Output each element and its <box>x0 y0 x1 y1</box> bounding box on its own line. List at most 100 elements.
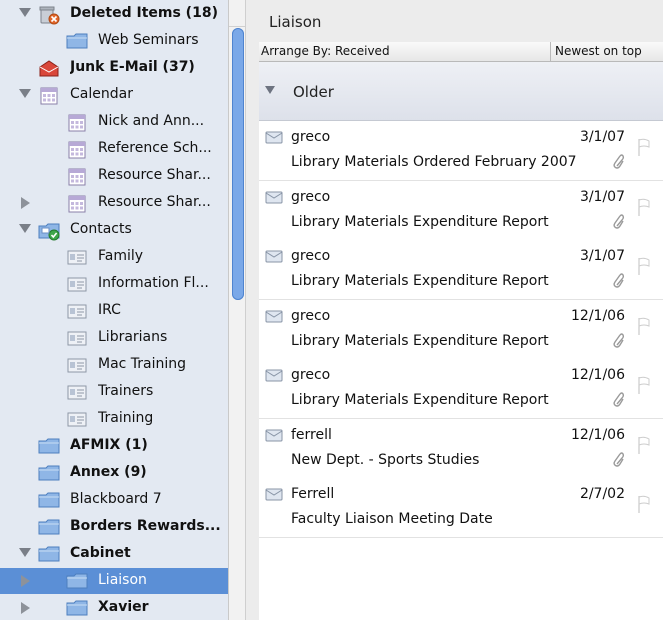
envelope-icon <box>265 248 283 263</box>
folder-icon <box>38 464 60 482</box>
sidebar-item-label: Resource Shar... <box>98 167 211 183</box>
sidebar-item-label: Annex (9) <box>70 464 147 480</box>
attachment-icon <box>611 451 625 469</box>
scroll-thumb[interactable] <box>232 28 244 300</box>
sidebar-item-label: Trainers <box>98 383 154 399</box>
sidebar-item[interactable]: Trainers <box>0 379 228 405</box>
scroll-up-arrow[interactable] <box>229 0 246 27</box>
message-date: 2/7/02 <box>579 486 625 502</box>
sidebar-item-label: Librarians <box>98 329 168 345</box>
sidebar-item[interactable]: Resource Shar... <box>0 163 228 189</box>
trash-icon <box>38 5 60 25</box>
disclosure-triangle-icon[interactable] <box>19 8 31 17</box>
sidebar-item[interactable]: Reference Sch... <box>0 136 228 162</box>
flag-icon[interactable] <box>635 196 653 218</box>
sidebar-item-label: Reference Sch... <box>98 140 212 156</box>
sidebar-item-label: Junk E-Mail (37) <box>70 59 195 75</box>
sidebar-item[interactable]: Borders Rewards... <box>0 514 228 540</box>
envelope-icon <box>265 308 283 322</box>
folder-icon <box>66 599 88 617</box>
contact-card-icon <box>66 248 88 266</box>
sidebar-item[interactable]: Xavier <box>0 595 228 620</box>
sidebar-item[interactable]: Training <box>0 406 228 432</box>
flag-icon[interactable] <box>635 136 653 158</box>
sidebar-item[interactable]: Liaison <box>0 568 228 594</box>
message-subject: Library Materials Expenditure Report <box>291 213 549 230</box>
flag-icon[interactable] <box>635 374 653 396</box>
group-label: Older <box>293 83 334 101</box>
message-subject: Library Materials Expenditure Report <box>291 332 549 349</box>
sidebar-item[interactable]: Family <box>0 244 228 270</box>
message-row[interactable]: greco 3/1/07 Library Materials Expenditure… <box>259 240 663 300</box>
message-row[interactable]: ferrell 12/1/06 New Dept. - Sports Studies <box>259 418 663 479</box>
folder-sidebar: Deleted Items (18) Web Seminars Junk E-Mai… <box>0 0 245 620</box>
sort-order-button[interactable]: Newest on top <box>555 44 642 58</box>
sidebar-item-label: IRC <box>98 302 121 318</box>
sidebar-item-label: Borders Rewards... <box>70 518 221 534</box>
message-row[interactable]: greco 3/1/07 Library Materials Expenditure… <box>259 180 663 241</box>
envelope-icon <box>265 486 283 501</box>
flag-icon[interactable] <box>635 255 653 277</box>
sidebar-item-label: Family <box>98 248 144 264</box>
sidebar-item[interactable]: Resource Shar... <box>0 190 228 216</box>
sidebar-item[interactable]: Information Fl... <box>0 271 228 297</box>
sidebar-item[interactable]: Deleted Items (18) <box>0 1 228 27</box>
sidebar-item[interactable]: Blackboard 7 <box>0 487 228 513</box>
sidebar-item-label: Resource Shar... <box>98 194 211 210</box>
sidebar-item-label: Liaison <box>98 572 147 588</box>
envelope-icon <box>265 129 283 144</box>
flag-icon[interactable] <box>635 493 653 515</box>
message-list-pane: Liaison Arrange By: Received Newest on t… <box>259 0 663 620</box>
disclosure-triangle-icon[interactable] <box>19 548 31 557</box>
message-subject: Library Materials Ordered February 2007 <box>291 154 577 170</box>
sidebar-item[interactable]: Calendar <box>0 82 228 108</box>
sidebar-item-label: Information Fl... <box>98 275 209 291</box>
folder-icon <box>38 491 60 509</box>
column-separator <box>550 42 551 61</box>
sidebar-item[interactable]: AFMIX (1) <box>0 433 228 459</box>
contact-card-icon <box>66 356 88 374</box>
sidebar-item[interactable]: Librarians <box>0 325 228 351</box>
calendar-icon <box>38 86 60 105</box>
disclosure-triangle-icon[interactable] <box>21 197 30 209</box>
sidebar-item[interactable]: IRC <box>0 298 228 324</box>
message-subject: Library Materials Expenditure Report <box>291 273 549 289</box>
message-row[interactable]: greco 12/1/06 Library Materials Expenditur… <box>259 299 663 360</box>
sidebar-item[interactable]: Web Seminars <box>0 28 228 54</box>
sidebar-item[interactable]: Annex (9) <box>0 460 228 486</box>
sidebar-item[interactable]: Contacts <box>0 217 228 243</box>
calendar-icon <box>66 140 88 159</box>
disclosure-triangle-icon[interactable] <box>21 575 30 587</box>
message-date: 3/1/07 <box>579 129 625 145</box>
arrange-by-button[interactable]: Arrange By: Received <box>261 44 390 58</box>
message-row[interactable]: greco 3/1/07 Library Materials Ordered Feb… <box>259 121 663 181</box>
disclosure-triangle-icon[interactable] <box>265 86 275 94</box>
sidebar-item[interactable]: Cabinet <box>0 541 228 567</box>
sidebar-item-label: AFMIX (1) <box>70 437 148 453</box>
pane-title-bar: Liaison <box>259 0 663 43</box>
contact-card-icon <box>66 302 88 320</box>
message-sender: greco <box>291 367 331 383</box>
sidebar-item[interactable]: Mac Training <box>0 352 228 378</box>
envelope-icon <box>265 367 283 382</box>
flag-icon[interactable] <box>635 315 653 337</box>
message-row[interactable]: greco 12/1/06 Library Materials Expenditur… <box>259 359 663 419</box>
calendar-icon <box>66 194 88 213</box>
group-header-older[interactable]: Older <box>259 62 663 121</box>
attachment-icon <box>611 272 625 290</box>
contact-card-icon <box>66 275 88 293</box>
message-sender: ferrell <box>291 426 332 443</box>
calendar-icon <box>66 113 88 132</box>
message-row[interactable]: Ferrell 2/7/02 Faculty Liaison Meeting Dat… <box>259 478 663 538</box>
message-sender: greco <box>291 248 331 264</box>
folder-icon <box>38 437 60 455</box>
disclosure-triangle-icon[interactable] <box>21 602 30 614</box>
contacts-icon <box>38 221 60 241</box>
flag-icon[interactable] <box>635 434 653 456</box>
disclosure-triangle-icon[interactable] <box>19 89 31 98</box>
disclosure-triangle-icon[interactable] <box>19 224 31 233</box>
sidebar-item-label: Nick and Ann... <box>98 113 205 129</box>
sidebar-item[interactable]: Nick and Ann... <box>0 109 228 135</box>
sidebar-item[interactable]: Junk E-Mail (37) <box>0 55 228 81</box>
pane-title: Liaison <box>269 13 322 31</box>
